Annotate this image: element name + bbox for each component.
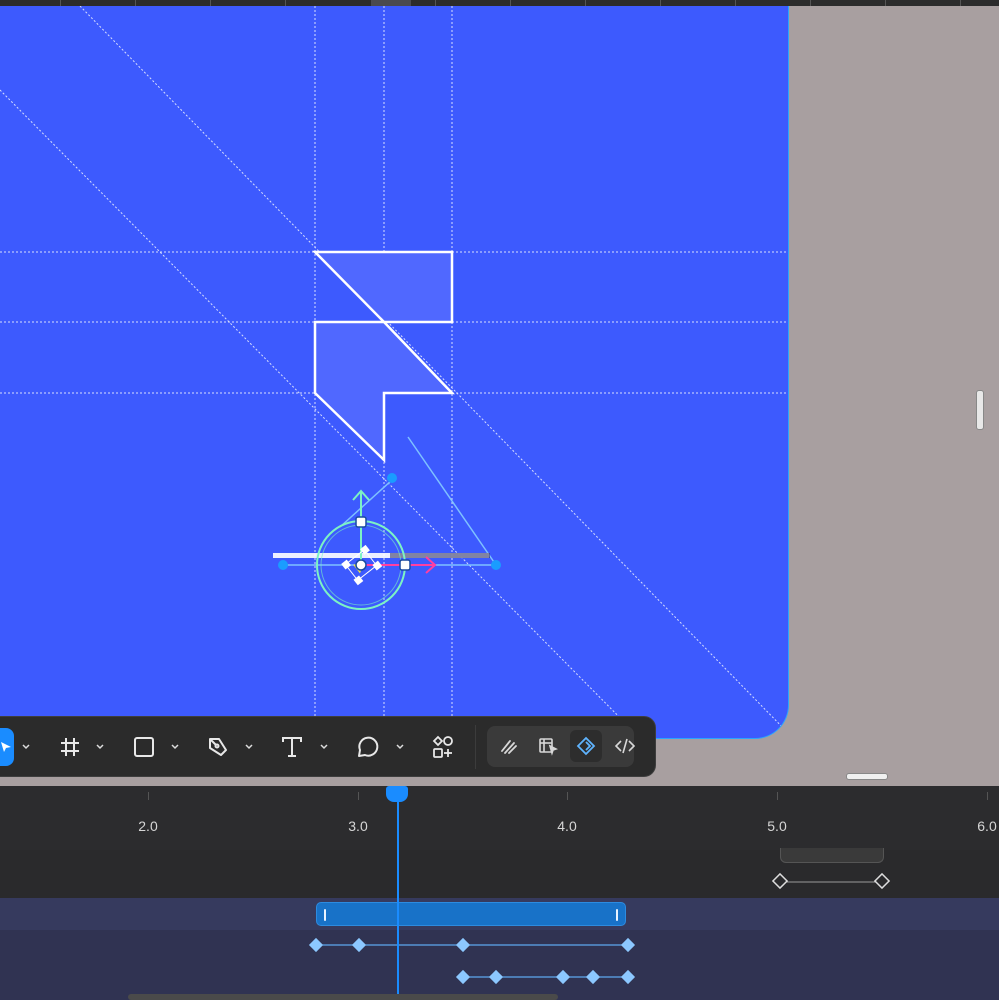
scribble-icon [501, 740, 517, 754]
pointer-icon [1, 742, 11, 752]
components-icon [432, 735, 453, 758]
diamond-keyframe-icon [576, 736, 596, 756]
speech-bubble-icon [358, 736, 379, 757]
hash-icon [61, 738, 79, 756]
chevron-down-icon[interactable] [244, 742, 254, 752]
framer-logo-shape [312, 250, 455, 463]
toolbar-divider [475, 725, 476, 769]
bottom-toolbar [0, 716, 656, 777]
chevron-down-icon[interactable] [95, 742, 105, 752]
shape-tool-button[interactable] [129, 731, 159, 763]
motion-path [283, 436, 497, 566]
artboard-graphics [0, 6, 788, 738]
components-tool-button[interactable] [427, 731, 459, 763]
chevron-down-icon[interactable] [170, 742, 180, 752]
chevron-down-icon[interactable] [319, 742, 329, 752]
timeline-panel[interactable]: 2.0 3.0 4.0 5.0 6.0 [0, 786, 999, 1000]
select-tool-button[interactable] [0, 728, 14, 766]
design-icon [539, 738, 558, 756]
code-icon [614, 738, 636, 754]
timeline-scrollbar[interactable] [128, 994, 558, 1000]
chevron-down-icon[interactable] [395, 742, 405, 752]
pen-tool-button[interactable] [203, 731, 233, 763]
design-mode-button[interactable] [532, 730, 564, 762]
text-icon [282, 737, 302, 757]
mode-switcher [487, 726, 636, 767]
code-mode-button[interactable] [609, 730, 641, 762]
keyframes [308, 872, 891, 985]
canvas-area[interactable] [0, 0, 999, 786]
text-tool-button[interactable] [277, 731, 307, 763]
playhead[interactable] [397, 794, 399, 1000]
comment-tool-button[interactable] [353, 731, 383, 763]
rotation-gizmo [316, 489, 437, 610]
draw-mode-button[interactable] [493, 730, 525, 762]
chevron-down-icon[interactable] [21, 742, 31, 752]
pen-icon [209, 738, 227, 756]
horizontal-scroll-handle[interactable] [846, 773, 888, 780]
square-icon [134, 737, 154, 757]
frame-tool-button[interactable] [55, 731, 85, 763]
vertical-scroll-handle[interactable] [976, 390, 984, 430]
animate-mode-button[interactable] [570, 730, 602, 762]
playhead-handle[interactable] [386, 786, 408, 802]
artboard[interactable] [0, 6, 789, 739]
